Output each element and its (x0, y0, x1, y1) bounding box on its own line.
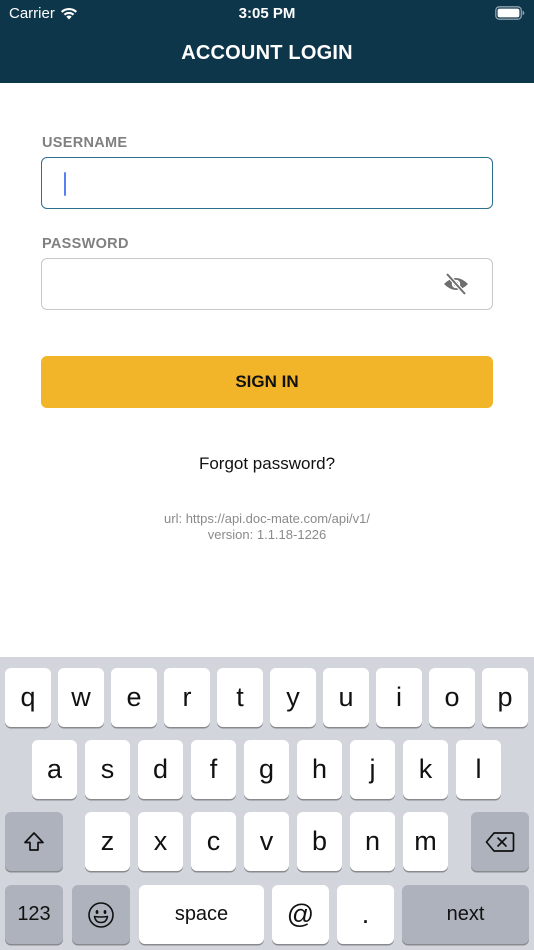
navigation-header: Carrier 3:05 PM ACCOUNT LOGIN (0, 0, 534, 83)
api-url-text: url: https://api.doc-mate.com/api/v1/ (164, 511, 370, 526)
key-v[interactable]: v (244, 812, 289, 871)
key-j[interactable]: j (350, 740, 395, 799)
key-o[interactable]: o (429, 668, 475, 727)
key-k[interactable]: k (403, 740, 448, 799)
key-y[interactable]: y (270, 668, 316, 727)
at-key[interactable]: @ (272, 885, 329, 944)
battery-full-icon (495, 6, 525, 20)
username-label: USERNAME (42, 135, 128, 151)
key-w[interactable]: w (58, 668, 104, 727)
key-s[interactable]: s (85, 740, 130, 799)
key-z[interactable]: z (85, 812, 130, 871)
username-input[interactable] (41, 157, 493, 209)
key-h[interactable]: h (297, 740, 342, 799)
key-c[interactable]: c (191, 812, 236, 871)
sign-in-button[interactable]: SIGN IN (41, 356, 493, 408)
key-l[interactable]: l (456, 740, 501, 799)
next-key[interactable]: next (402, 885, 529, 944)
key-u[interactable]: u (323, 668, 369, 727)
on-screen-keyboard: q w e r t y u i o p a s d f g h j k l z … (0, 657, 534, 950)
emoji-key[interactable] (72, 885, 130, 944)
password-input[interactable] (41, 258, 493, 310)
key-a[interactable]: a (32, 740, 77, 799)
version-text: version: 1.1.18-1226 (207, 527, 327, 542)
forgot-password-link[interactable]: Forgot password? (0, 454, 534, 474)
shift-icon (24, 831, 44, 851)
key-p[interactable]: p (482, 668, 528, 727)
key-f[interactable]: f (191, 740, 236, 799)
key-t[interactable]: t (217, 668, 263, 727)
delete-backspace-icon (485, 831, 515, 852)
key-i[interactable]: i (376, 668, 422, 727)
key-m[interactable]: m (403, 812, 448, 871)
status-time: 3:05 PM (238, 5, 296, 22)
eye-slash-icon[interactable] (442, 272, 470, 296)
key-q[interactable]: q (5, 668, 51, 727)
emoji-icon (88, 901, 114, 928)
password-label: PASSWORD (42, 236, 129, 252)
space-key[interactable]: space (139, 885, 264, 944)
key-x[interactable]: x (138, 812, 183, 871)
key-e[interactable]: e (111, 668, 157, 727)
text-cursor (64, 172, 66, 196)
dot-key[interactable]: . (337, 885, 394, 944)
delete-key[interactable] (471, 812, 529, 871)
shift-key[interactable] (5, 812, 63, 871)
key-d[interactable]: d (138, 740, 183, 799)
key-n[interactable]: n (350, 812, 395, 871)
numbers-key[interactable]: 123 (5, 885, 63, 944)
status-bar: Carrier 3:05 PM (0, 0, 534, 28)
key-b[interactable]: b (297, 812, 342, 871)
key-r[interactable]: r (164, 668, 210, 727)
key-g[interactable]: g (244, 740, 289, 799)
page-title: ACCOUNT LOGIN (181, 42, 353, 64)
